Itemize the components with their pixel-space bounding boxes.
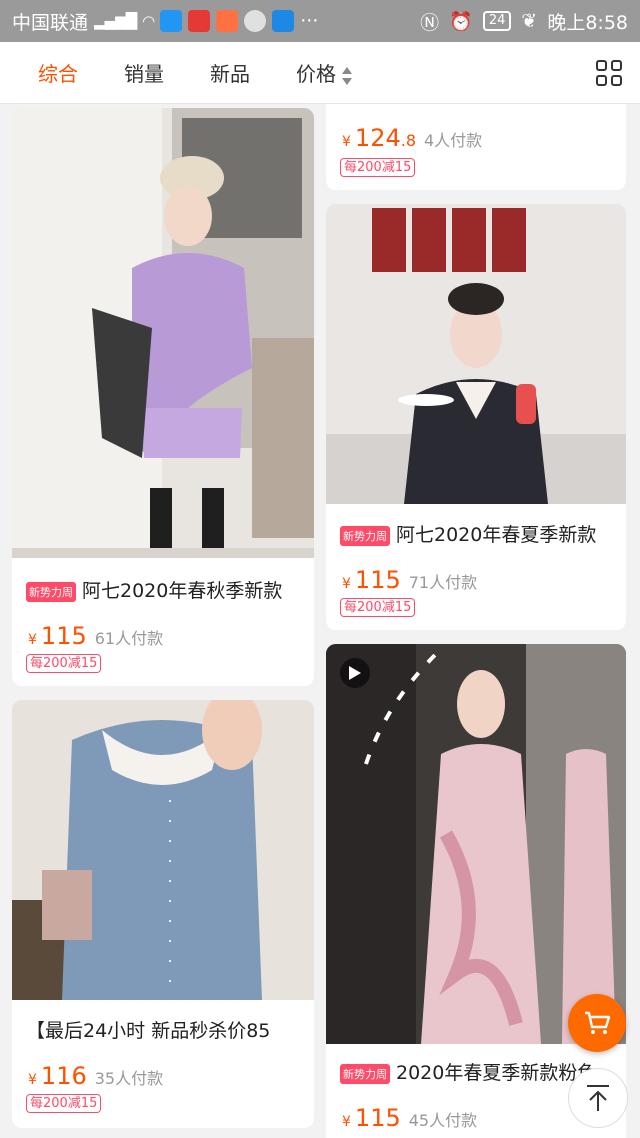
price: 115 — [354, 566, 401, 594]
product-card[interactable]: 新势力周 阿七2020年春秋季新款 ¥ 115 61人付款 每200减15 — [12, 108, 314, 686]
product-title-text: 2020年春夏季新款粉色 — [396, 1062, 597, 1084]
status-bar: 中国联通 ▂▄▆█ ◠ ··· Ⓝ ⏰ 24 ❦ 晚上8:58 — [0, 0, 640, 42]
product-title: 【最后24小时 新品秒杀价85 — [26, 1016, 308, 1043]
new-power-week-tag: 新势力周 — [340, 1063, 390, 1084]
price: 115 — [40, 622, 87, 650]
more-notifications-icon: ··· — [300, 10, 319, 32]
eco-icon: ❦ — [521, 10, 538, 32]
tab-new[interactable]: 新品 — [164, 58, 250, 87]
tab-price-label: 价格 — [296, 62, 336, 86]
product-card[interactable]: 新势力周 2020年春夏季新款粉色 ¥ 115 45人付款 — [326, 644, 626, 1138]
product-card[interactable]: 【最后24小时 新品秒杀价85 ¥ 116 35人付款 每200减15 — [12, 700, 314, 1128]
product-title-text: 【最后24小时 新品秒杀价85 — [26, 1020, 271, 1042]
product-title: 新势力周 阿七2020年春秋季新款 — [26, 576, 308, 603]
product-title: 新势力周 阿七2020年春夏季新款 — [340, 520, 620, 547]
product-title-text: 阿七2020年春秋季新款 — [82, 580, 283, 602]
wifi-icon: ◠ — [142, 12, 155, 30]
battery-level: 24 — [482, 11, 512, 31]
status-right: Ⓝ ⏰ 24 ❦ 晚上8:58 — [420, 8, 628, 35]
back-to-top-button[interactable] — [568, 1068, 628, 1128]
product-image — [12, 108, 314, 558]
sold-count: 45人付款 — [408, 1111, 478, 1130]
currency-symbol: ¥ — [342, 134, 351, 150]
nfc-icon: Ⓝ — [420, 11, 440, 34]
status-left: 中国联通 ▂▄▆█ ◠ ··· — [12, 8, 318, 35]
new-power-week-tag: 新势力周 — [340, 525, 390, 546]
app-notification-icon — [188, 10, 211, 32]
price: 115 — [354, 1104, 401, 1132]
currency-symbol: ¥ — [342, 1114, 351, 1130]
price-row: ¥ 124 .8 4人付款 — [342, 124, 482, 152]
promo-badge: 每200减15 — [26, 1094, 102, 1113]
shield-icon — [272, 10, 295, 32]
app-notification-icon — [216, 10, 239, 32]
product-card[interactable]: 新势力周 阿七2020年春夏季新款 ¥ 115 71人付款 每200减15 — [326, 204, 626, 630]
product-title-text: 阿七2020年春夏季新款 — [396, 524, 597, 546]
product-card[interactable]: ¥ 124 .8 4人付款 每200减15 — [326, 104, 626, 190]
promo-badge: 每200减15 — [26, 654, 102, 673]
app-notification-icon — [160, 10, 183, 32]
cart-icon — [585, 1011, 611, 1034]
play-video-icon[interactable] — [340, 658, 370, 688]
currency-symbol: ¥ — [28, 1072, 37, 1088]
grid-view-toggle-icon[interactable] — [596, 60, 622, 86]
new-power-week-tag: 新势力周 — [26, 581, 76, 602]
cart-button[interactable] — [568, 994, 626, 1052]
price-row: ¥ 115 71人付款 — [342, 566, 477, 594]
sold-count: 61人付款 — [94, 629, 164, 648]
signal-icon: ▂▄▆█ — [94, 12, 137, 30]
sold-count: 4人付款 — [424, 131, 483, 150]
sort-arrows-icon — [342, 65, 352, 87]
chat-icon — [244, 10, 267, 32]
sold-count: 71人付款 — [408, 573, 478, 592]
tab-price[interactable]: 价格 — [250, 58, 352, 87]
alarm-icon: ⏰ — [449, 10, 473, 33]
product-image — [12, 700, 314, 1000]
price: 124 — [354, 124, 401, 152]
promo-badge: 每200减15 — [340, 158, 416, 177]
price-decimal: .8 — [400, 131, 416, 150]
sold-count: 35人付款 — [94, 1069, 164, 1088]
price-row: ¥ 115 45人付款 — [342, 1104, 477, 1132]
price: 116 — [40, 1062, 87, 1090]
price-row: ¥ 116 35人付款 — [28, 1062, 163, 1090]
product-image — [326, 204, 626, 504]
price-row: ¥ 115 61人付款 — [28, 622, 163, 650]
promo-badge: 每200减15 — [340, 598, 416, 617]
arrow-up-icon — [587, 1085, 609, 1111]
currency-symbol: ¥ — [342, 576, 351, 592]
product-image — [326, 644, 626, 1044]
tab-sales[interactable]: 销量 — [78, 58, 164, 87]
carrier-label: 中国联通 — [12, 11, 89, 34]
currency-symbol: ¥ — [28, 632, 37, 648]
tab-comprehensive[interactable]: 综合 — [0, 58, 78, 87]
filter-bar: 综合 销量 新品 价格 — [0, 42, 640, 104]
clock: 晚上8:58 — [547, 11, 628, 34]
